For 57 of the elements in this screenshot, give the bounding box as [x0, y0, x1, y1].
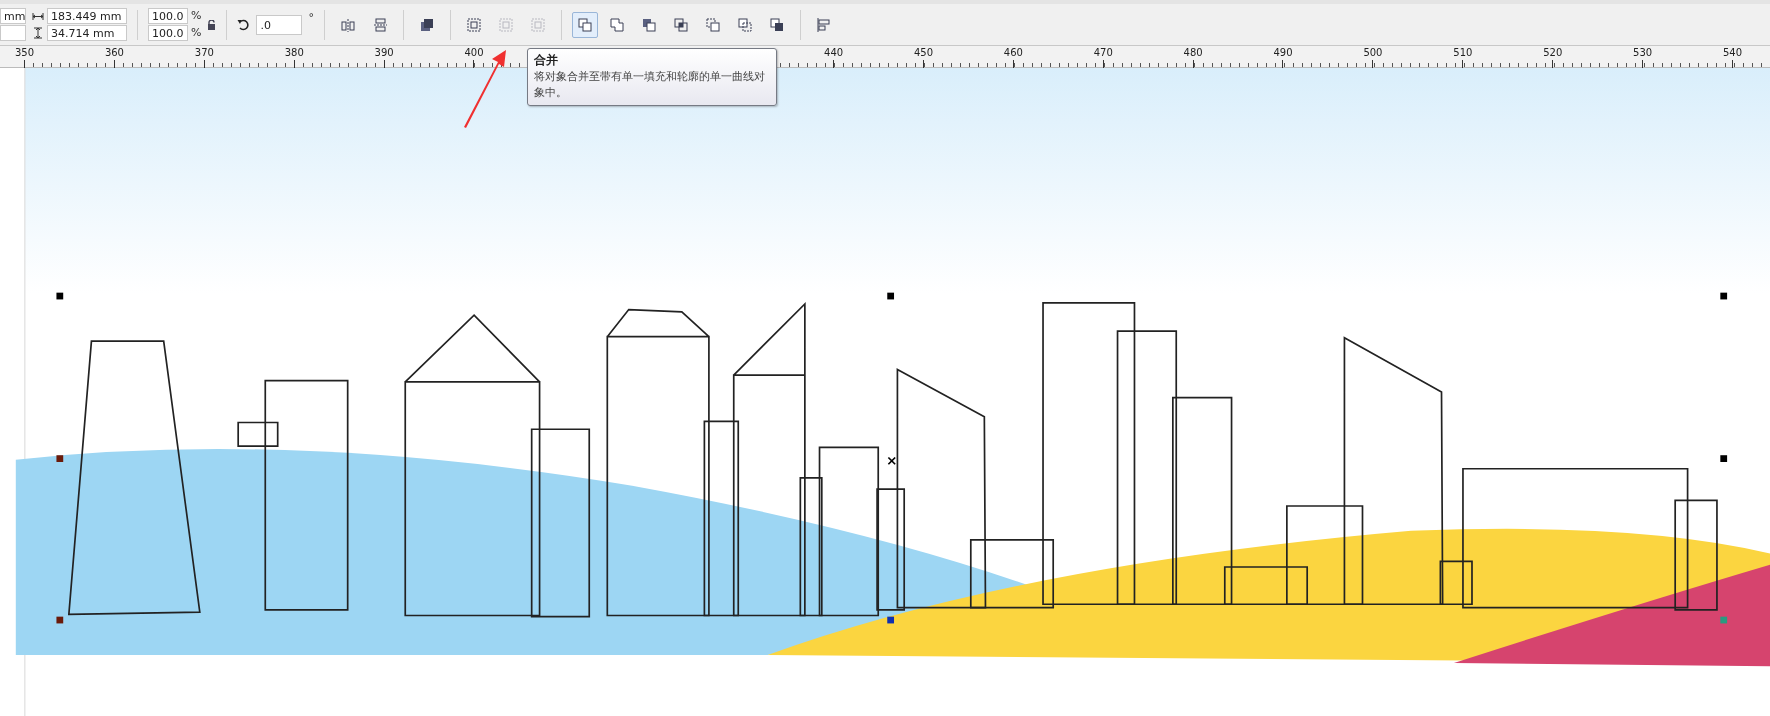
ruler-label: 440 [824, 47, 844, 58]
ruler-label: 520 [1543, 47, 1563, 58]
rotation-field[interactable]: .0 [256, 14, 303, 35]
ruler-label: 390 [374, 47, 394, 58]
height-arrows-icon [32, 27, 44, 39]
selection-handle[interactable] [887, 616, 895, 624]
ruler-label: 360 [104, 47, 124, 58]
size-field[interactable]: 183.449 mm [47, 8, 127, 24]
ruler-label: 350 [15, 47, 35, 58]
ruler-label: 490 [1273, 47, 1293, 58]
selection-handle[interactable] [1720, 616, 1728, 624]
ruler-label: 480 [1183, 47, 1203, 58]
tooltip-text: 将对象合并至带有单一填充和轮廓的单一曲线对象中。 [534, 69, 766, 101]
selection-handle[interactable] [1720, 292, 1728, 300]
tooltip-title: 合并 [534, 52, 559, 69]
lock-icon[interactable] [207, 19, 217, 30]
ungroup-icon [497, 16, 514, 33]
mirror-vertical-icon [371, 16, 388, 33]
ruler-label: 400 [464, 47, 484, 58]
ruler-label: 510 [1453, 47, 1473, 58]
back-minus-front-icon [768, 16, 785, 33]
intersect-squares-icon [672, 16, 689, 33]
degree-label: ° [308, 10, 314, 26]
merged-squares-icon [608, 16, 625, 33]
scale-field[interactable]: 100.0 [148, 25, 188, 41]
trim-squares-icon [640, 16, 657, 33]
unit-field-empty[interactable] [0, 25, 26, 41]
scale-field[interactable]: 100.0 [148, 8, 188, 24]
selection-handle[interactable] [56, 292, 64, 300]
ruler-label: 530 [1633, 47, 1653, 58]
unit-field[interactable]: mm [0, 8, 26, 24]
ruler-label: 450 [913, 47, 933, 58]
size-field[interactable]: 34.714 mm [47, 25, 127, 41]
group-icon [465, 16, 482, 33]
percent-label: % [191, 8, 202, 24]
stacked-squares-icon [418, 16, 435, 33]
width-arrows-icon [32, 11, 44, 21]
simplify-squares-icon [704, 16, 721, 33]
overlapping-squares-icon [576, 16, 593, 33]
ruler-label: 540 [1722, 47, 1743, 58]
center-mark-icon [887, 456, 896, 466]
overlapping-squares-button[interactable] [571, 11, 598, 38]
selection-handle[interactable] [56, 455, 64, 462]
ruler-label: 370 [194, 47, 214, 58]
ruler-label: 460 [1003, 47, 1023, 58]
front-minus-back-icon [736, 16, 753, 33]
mirror-horizontal-icon [339, 16, 356, 33]
ruler-label: 470 [1093, 47, 1113, 58]
selection-handle[interactable] [887, 292, 895, 300]
percent-label: % [191, 25, 202, 41]
ungroup-all-icon [529, 16, 546, 33]
ruler-label: 380 [284, 47, 304, 58]
align-left-icon [815, 16, 832, 33]
selection-handle[interactable] [1720, 455, 1728, 462]
ruler-label: 500 [1363, 47, 1383, 58]
selection-handle[interactable] [56, 616, 64, 624]
rotate-icon [237, 18, 251, 31]
